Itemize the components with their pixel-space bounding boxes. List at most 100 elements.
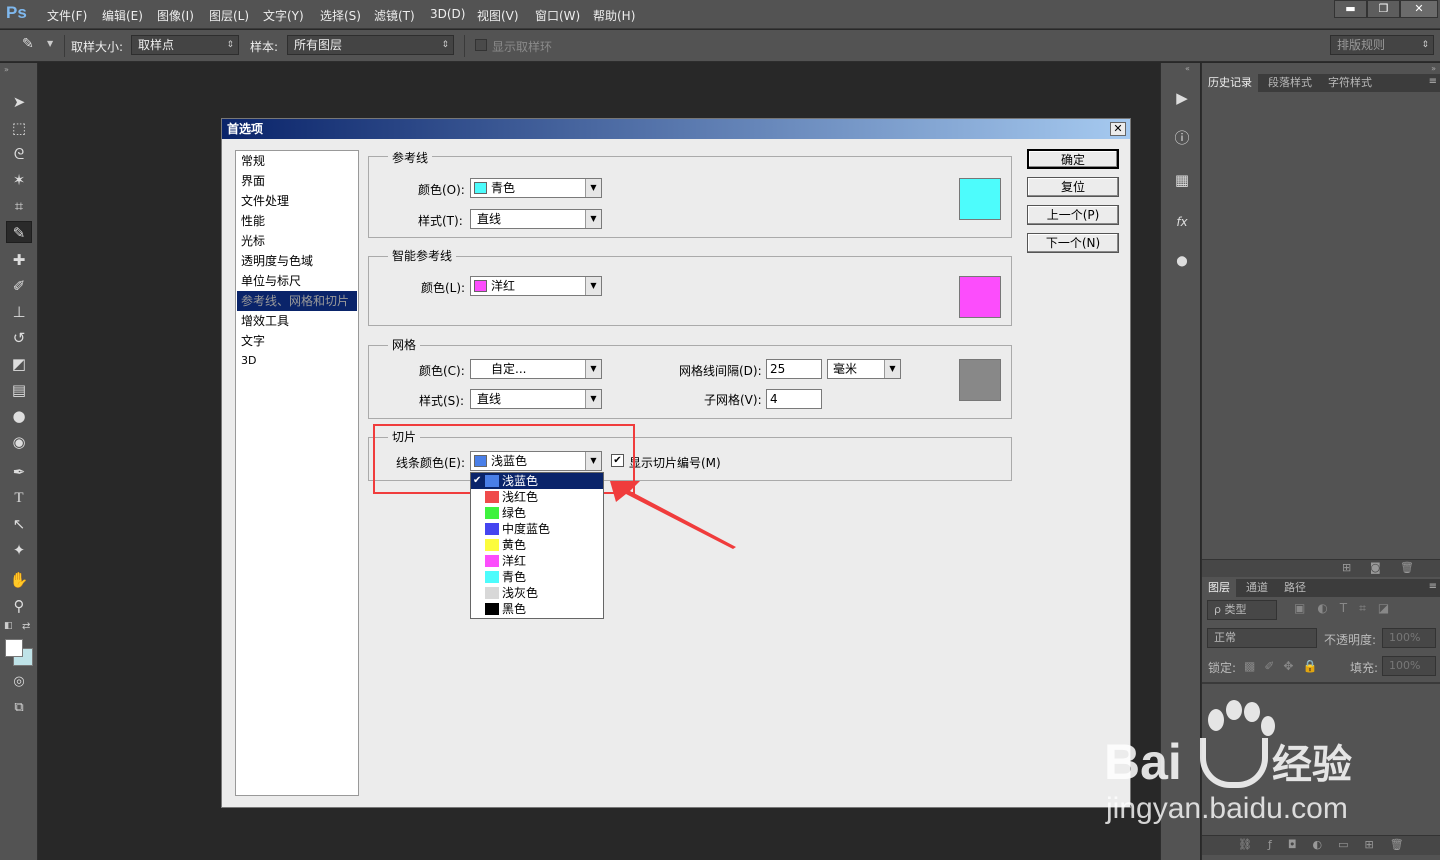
guides-style-select[interactable]: 直线 ▼ [470, 209, 602, 229]
eyedropper-icon[interactable]: ✎ [22, 36, 38, 52]
dropdown-option-yellow[interactable]: 黄色 [471, 537, 603, 553]
zoom-tool-icon[interactable]: ⚲ [6, 595, 32, 617]
menu-3d[interactable]: 3D(D) [430, 7, 465, 21]
sample-size-select[interactable]: 取样点 ⇕ [131, 35, 239, 55]
tool-preset-chevron-icon[interactable]: ▼ [47, 39, 53, 48]
swap-colors-icon[interactable]: ⇄ [22, 621, 30, 632]
layers-footer-icons[interactable]: ⛓ƒ◘◐▭⊞🗑 [1238, 838, 1420, 851]
dropdown-option-green[interactable]: 绿色 [471, 505, 603, 521]
stamp-tool-icon[interactable]: ⊥ [6, 301, 32, 323]
tab-character-styles[interactable]: 字符样式 [1322, 74, 1378, 92]
swatches-grid-icon[interactable]: ▦ [1171, 169, 1193, 191]
type-tool-icon[interactable]: T [6, 487, 32, 509]
dialog-close-button[interactable]: ✕ [1110, 122, 1126, 136]
grid-unit-select[interactable]: 毫米 ▼ [827, 359, 901, 379]
tab-paragraph-styles[interactable]: 段落样式 [1262, 74, 1318, 92]
kuler-icon[interactable]: ⬤ [1171, 251, 1193, 273]
layer-filter-icons[interactable]: ▣◐T⌗◪ [1294, 601, 1401, 616]
sample-select[interactable]: 所有图层 ⇕ [287, 35, 454, 55]
category-transparency[interactable]: 透明度与色域 [237, 251, 357, 271]
category-units-rulers[interactable]: 单位与标尺 [237, 271, 357, 291]
move-tool-icon[interactable]: ➤ [6, 91, 32, 113]
restore-button[interactable]: ❐ [1367, 0, 1400, 18]
category-interface[interactable]: 界面 [237, 171, 357, 191]
play-actions-icon[interactable]: ▶ [1171, 87, 1193, 109]
new-document-icon[interactable]: ⊞ [1342, 561, 1351, 574]
opacity-field[interactable]: 100% [1382, 628, 1436, 648]
healing-brush-tool-icon[interactable]: ✚ [6, 249, 32, 271]
subdivisions-input[interactable]: 4 [766, 389, 822, 409]
fx-styles-icon[interactable]: fx [1171, 211, 1193, 233]
collapse-icon[interactable]: » [1431, 64, 1436, 73]
smart-guides-color-select[interactable]: 洋红 ▼ [470, 276, 602, 296]
lock-icons[interactable]: ▩✐✥🔒 [1244, 659, 1326, 673]
blend-mode-select[interactable]: 正常 [1207, 628, 1317, 648]
default-colors-icon[interactable]: ◧ [4, 621, 13, 631]
dropdown-option-medium-blue[interactable]: 中度蓝色 [471, 521, 603, 537]
minimize-button[interactable]: ▬ [1334, 0, 1367, 18]
quick-mask-icon[interactable]: ◎ [6, 671, 32, 693]
grid-style-select[interactable]: 直线 ▼ [470, 389, 602, 409]
menu-edit[interactable]: 编辑(E) [102, 7, 143, 24]
workspace-select[interactable]: 排版规则 ⇕ [1330, 35, 1434, 55]
blur-tool-icon[interactable]: ● [6, 405, 32, 427]
info-icon[interactable]: ⓘ [1171, 127, 1193, 149]
grid-spacing-input[interactable]: 25 [766, 359, 822, 379]
panel-menu-icon[interactable]: ≡ [1429, 76, 1437, 87]
path-selection-tool-icon[interactable]: ↖ [6, 513, 32, 535]
category-type[interactable]: 文字 [237, 331, 357, 351]
category-plugins[interactable]: 增效工具 [237, 311, 357, 331]
dropdown-option-light-gray[interactable]: 浅灰色 [471, 585, 603, 601]
fill-field[interactable]: 100% [1382, 656, 1436, 676]
grid-color-select[interactable]: 自定... ▼ [470, 359, 602, 379]
eyedropper-tool-icon[interactable]: ✎ [6, 221, 32, 243]
show-ring-checkbox[interactable] [475, 39, 487, 51]
menu-image[interactable]: 图像(I) [157, 7, 194, 24]
menu-view[interactable]: 视图(V) [477, 7, 519, 24]
menu-filter[interactable]: 滤镜(T) [374, 7, 415, 24]
tab-channels[interactable]: 通道 [1240, 579, 1274, 597]
shape-tool-icon[interactable]: ✦ [6, 539, 32, 561]
grid-color-preview[interactable] [959, 359, 1001, 401]
category-cursors[interactable]: 光标 [237, 231, 357, 251]
category-general[interactable]: 常规 [237, 151, 357, 171]
lasso-tool-icon[interactable]: ᘓ [6, 143, 32, 165]
panel-menu-icon[interactable]: ≡ [1429, 581, 1437, 592]
layer-filter-select[interactable]: ρ 类型 [1207, 600, 1277, 620]
tab-layers[interactable]: 图层 [1202, 579, 1236, 597]
dropdown-option-magenta[interactable]: 洋红 [471, 553, 603, 569]
menu-window[interactable]: 窗口(W) [535, 7, 580, 24]
menu-file[interactable]: 文件(F) [47, 7, 87, 24]
category-guides-grid-slices[interactable]: 参考线、网格和切片 [237, 291, 357, 311]
guides-color-preview[interactable] [959, 178, 1001, 220]
category-file-handling[interactable]: 文件处理 [237, 191, 357, 211]
collapse-icon[interactable]: » [4, 65, 9, 74]
ok-button[interactable]: 确定 [1027, 149, 1119, 169]
pen-tool-icon[interactable]: ✒ [6, 461, 32, 483]
menu-type[interactable]: 文字(Y) [263, 7, 304, 24]
gradient-tool-icon[interactable]: ▤ [6, 379, 32, 401]
snapshot-camera-icon[interactable]: ◙ [1370, 561, 1381, 574]
category-3d[interactable]: 3D [237, 351, 357, 371]
category-performance[interactable]: 性能 [237, 211, 357, 231]
close-window-button[interactable]: ✕ [1400, 0, 1438, 18]
magic-wand-tool-icon[interactable]: ✶ [6, 169, 32, 191]
screen-mode-icon[interactable]: ⧉ [6, 697, 32, 719]
history-brush-tool-icon[interactable]: ↺ [6, 327, 32, 349]
guides-color-select[interactable]: 青色 ▼ [470, 178, 602, 198]
next-button[interactable]: 下一个(N) [1027, 233, 1119, 253]
dropdown-option-cyan[interactable]: 青色 [471, 569, 603, 585]
dodge-tool-icon[interactable]: ◉ [6, 431, 32, 453]
brush-tool-icon[interactable]: ✐ [6, 275, 32, 297]
trash-icon[interactable]: 🗑 [1400, 561, 1414, 574]
foreground-color-swatch[interactable] [5, 639, 23, 657]
marquee-tool-icon[interactable]: ⬚ [6, 117, 32, 139]
hand-tool-icon[interactable]: ✋ [6, 569, 32, 591]
dropdown-option-light-red[interactable]: 浅红色 [471, 489, 603, 505]
crop-tool-icon[interactable]: ⌗ [6, 195, 32, 217]
collapse-icon[interactable]: « [1185, 64, 1190, 73]
tab-history[interactable]: 历史记录 [1202, 74, 1258, 92]
smart-guides-color-preview[interactable] [959, 276, 1001, 318]
menu-help[interactable]: 帮助(H) [593, 7, 635, 24]
menu-select[interactable]: 选择(S) [320, 7, 361, 24]
